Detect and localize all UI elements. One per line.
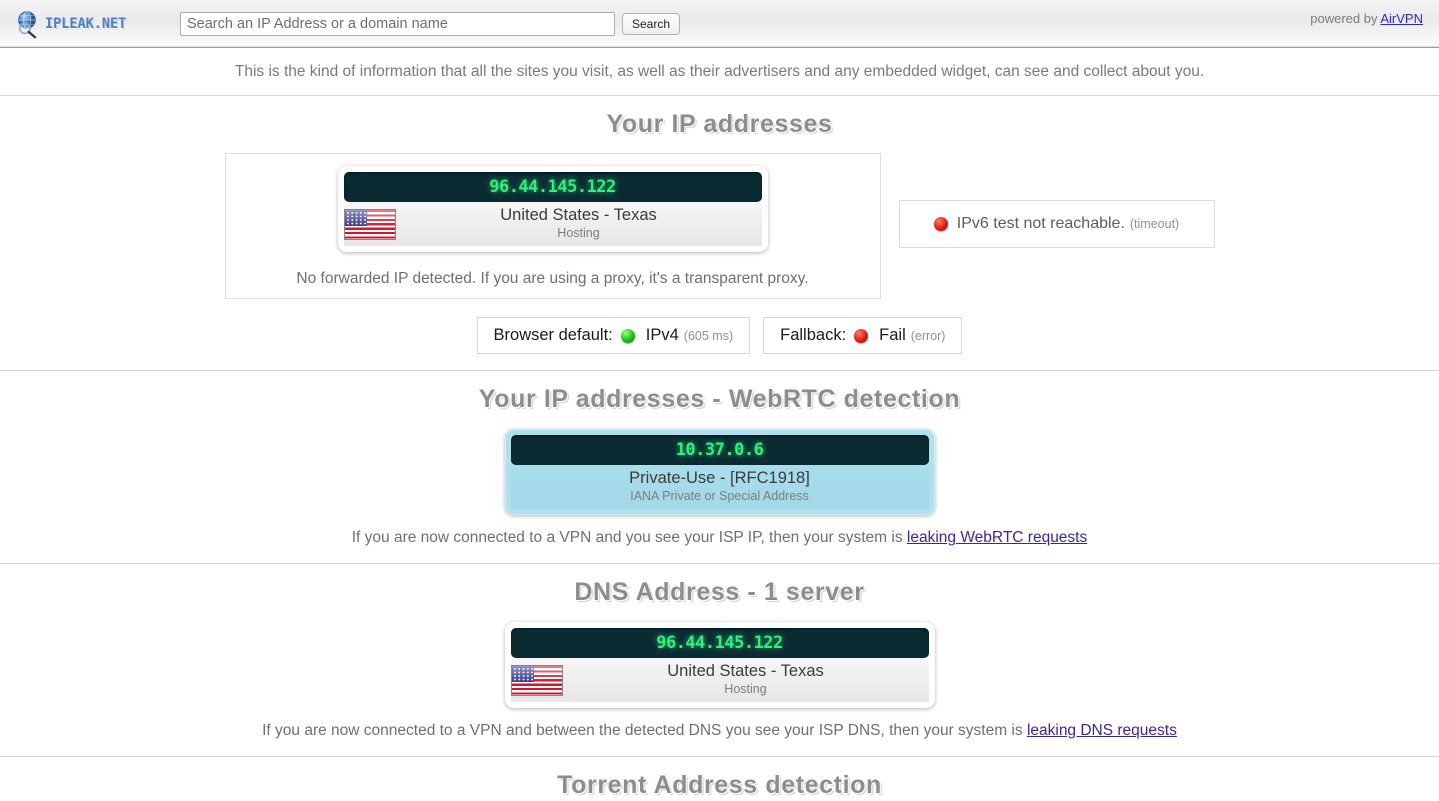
webrtc-card-wrap: 10.37.0.6 Private-Use - [RFC1918] IANA P…: [0, 414, 1439, 515]
us-flag-icon: [343, 208, 396, 240]
search-form: Search: [180, 11, 681, 36]
ipv4-card-body: United States - Texas Hosting: [343, 202, 762, 246]
ip-results-row: 96.44.145.122 United States - Texas Host…: [0, 139, 1439, 299]
webrtc-card: 10.37.0.6 Private-Use - [RFC1918] IANA P…: [504, 429, 935, 515]
globe-magnifier-icon: [14, 9, 44, 39]
us-flag-icon: [510, 664, 563, 696]
powered-by: powered by AirVPN: [1310, 11, 1423, 26]
webrtc-footnote-text: If you are now connected to a VPN and yo…: [351, 529, 907, 546]
dns-address-bar: 96.44.145.122: [510, 628, 929, 658]
airvpn-link[interactable]: AirVPN: [1380, 11, 1423, 26]
webrtc-address-value: 10.37.0.6: [675, 440, 764, 460]
webrtc-location-wrap: Private-Use - [RFC1918] IANA Private or …: [511, 465, 929, 508]
leaking-webrtc-requests-link[interactable]: leaking WebRTC requests: [907, 529, 1087, 546]
ipv4-address-bar: 96.44.145.122: [343, 172, 762, 202]
page-title-your-ip: Your IP addresses: [606, 110, 833, 138]
dns-card: 96.44.145.122 United States - Texas Host…: [504, 622, 935, 708]
powered-by-label: powered by: [1310, 11, 1381, 26]
ipv6-status-detail: (timeout): [1129, 217, 1180, 231]
dns-footnote: If you are now connected to a VPN and be…: [0, 708, 1439, 756]
section-your-ip-addresses: Your IP addresses 96.44.145.122 United S…: [0, 96, 1439, 370]
section-dns: DNS Address - 1 server 96.44.145.122 Uni…: [0, 563, 1439, 756]
browser-default-status-box: Browser default: IPv4 (605 ms): [476, 317, 751, 354]
leaking-dns-requests-link[interactable]: leaking DNS requests: [1027, 722, 1177, 739]
green-status-dot-icon: [620, 328, 635, 343]
page-title-webrtc: Your IP addresses - WebRTC detection: [478, 385, 961, 413]
dns-card-body: United States - Texas Hosting: [510, 658, 929, 702]
ipv4-address-value: 96.44.145.122: [489, 177, 616, 197]
intro-text: This is the kind of information that all…: [234, 62, 1205, 80]
webrtc-footnote: If you are now connected to a VPN and yo…: [0, 515, 1439, 563]
webrtc-location-subtext: IANA Private or Special Address: [630, 488, 809, 503]
fallback-detail: (error): [910, 328, 946, 343]
search-button[interactable]: Search: [622, 12, 681, 35]
dns-location-wrap: United States - Texas Hosting: [563, 658, 929, 701]
ipv6-status-text: IPv6 test not reachable.: [956, 215, 1125, 232]
red-status-dot-icon: [933, 217, 948, 231]
ipv4-panel: 96.44.145.122 United States - Texas Host…: [224, 153, 881, 299]
intro-banner: This is the kind of information that all…: [0, 48, 1439, 96]
section-torrent: Torrent Address detection: [0, 756, 1439, 800]
ipv4-location-subtext: Hosting: [557, 225, 600, 240]
dns-location-subtext: Hosting: [724, 681, 767, 696]
browser-default-detail: (605 ms): [683, 328, 734, 343]
logo-text: IPLEAK.NET: [45, 15, 127, 32]
forwarded-ip-note: No forwarded IP detected. If you are usi…: [296, 270, 809, 287]
dns-card-wrap: 96.44.145.122 United States - Texas Host…: [0, 607, 1439, 708]
page-title-torrent: Torrent Address detection: [557, 771, 882, 799]
ipv4-location: United States - Texas: [500, 206, 657, 225]
dns-location: United States - Texas: [667, 662, 824, 681]
fallback-status-box: Fallback: Fail (error): [763, 317, 963, 354]
webrtc-address-bar: 10.37.0.6: [510, 435, 929, 465]
connection-status-row: Browser default: IPv4 (605 ms) Fallback:…: [0, 299, 1439, 370]
site-logo[interactable]: IPLEAK.NET: [14, 9, 164, 39]
red-status-dot-icon: [854, 328, 869, 343]
browser-default-value: IPv4: [645, 326, 679, 344]
fallback-value: Fail: [879, 326, 906, 344]
ipv4-location-wrap: United States - Texas Hosting: [396, 202, 762, 245]
webrtc-card-body: Private-Use - [RFC1918] IANA Private or …: [510, 465, 929, 509]
fallback-label: Fallback:: [780, 326, 847, 344]
ipv4-card: 96.44.145.122 United States - Texas Host…: [337, 166, 768, 252]
dns-footnote-text: If you are now connected to a VPN and be…: [262, 722, 1027, 739]
section-webrtc: Your IP addresses - WebRTC detection 10.…: [0, 370, 1439, 563]
ipv6-status-box: IPv6 test not reachable. (timeout): [898, 200, 1215, 248]
webrtc-location: Private-Use - [RFC1918]: [629, 469, 810, 488]
page-title-dns: DNS Address - 1 server: [574, 578, 865, 606]
dns-address-value: 96.44.145.122: [656, 633, 783, 653]
search-input[interactable]: [180, 11, 615, 36]
browser-default-label: Browser default:: [493, 326, 613, 344]
site-header: IPLEAK.NET Search powered by AirVPN: [0, 0, 1439, 48]
